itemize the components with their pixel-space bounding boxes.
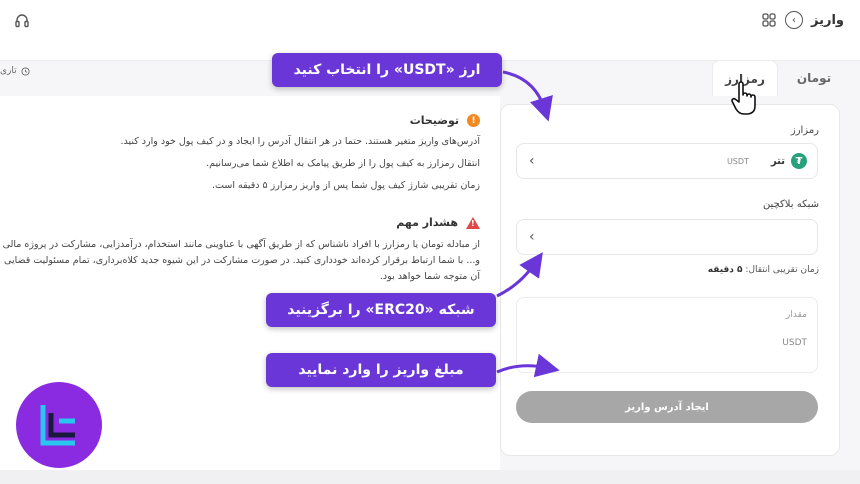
history-label: تاری	[0, 66, 17, 76]
notes-line: آدرس‌های واریز متغیر هستند. حتما در هر ا…	[120, 136, 480, 147]
notes-line: انتقال رمزارز به کیف پول را از طریق پیام…	[206, 158, 480, 169]
warning-text: از مبادله تومان یا رمزارز با افراد ناشنا…	[2, 239, 480, 282]
callout-select-network: شبکه «ERC20» را برگزینید	[266, 293, 496, 327]
network-time-prefix: زمان تقریبی انتقال:	[745, 265, 819, 275]
tab-toman[interactable]: تومان	[784, 60, 844, 96]
headset-icon[interactable]	[14, 13, 30, 29]
chevron-right-icon: ›	[792, 14, 796, 26]
currency-name: تتر	[770, 155, 785, 167]
history-link[interactable]: تاری	[0, 66, 30, 76]
amount-unit: USDT	[782, 338, 807, 348]
logo-mark-icon	[40, 405, 75, 446]
top-bar: › واریز	[0, 0, 860, 44]
warning-title: هشدار مهم	[396, 216, 458, 229]
amount-input[interactable]: مقدار USDT	[516, 297, 818, 373]
warning-icon: !	[466, 216, 480, 229]
currency-select[interactable]: ‹ ₮ تتر USDT	[516, 143, 818, 179]
warning-section: ! هشدار مهم از مبادله تومان یا رمزارز با…	[0, 216, 480, 285]
footer-strip	[0, 470, 860, 484]
currency-code: USDT	[726, 156, 749, 166]
callout-select-usdt: ارز «USDT» را انتخاب کنید	[272, 53, 502, 87]
tether-icon: ₮	[791, 153, 807, 169]
currency-label: رمزارز	[790, 125, 819, 136]
network-time-value: ۵ دقیقه	[707, 265, 743, 275]
brand-logo	[16, 382, 102, 468]
amount-label: مقدار	[786, 310, 807, 320]
callout-enter-amount: مبلغ واریز را وارد نمایید	[266, 353, 496, 387]
notes-title: توضیحات	[409, 114, 459, 127]
clock-icon	[21, 66, 30, 76]
notes-section: ! توضیحات آدرس‌های واریز متغیر هستند. حت…	[0, 114, 480, 201]
chevron-left-icon: ‹	[529, 153, 535, 169]
network-select[interactable]: ‹	[516, 219, 818, 255]
page-title: واریز	[811, 12, 844, 28]
hand-cursor-icon	[731, 81, 756, 115]
create-address-button[interactable]: ایجاد آدرس واریز	[516, 391, 818, 423]
deposit-form: رمزارز ‹ ₮ تتر USDT شبکه بلاکچین ‹ زمان …	[500, 104, 840, 456]
notes-line: زمان تقریبی شارژ کیف پول شما پس از واریز…	[212, 180, 480, 191]
network-label: شبکه بلاکچین	[762, 199, 819, 210]
chevron-left-icon: ‹	[529, 229, 535, 245]
network-time: زمان تقریبی انتقال: ۵ دقیقه	[708, 265, 819, 275]
grid-icon[interactable]	[761, 12, 777, 28]
info-icon: !	[467, 114, 480, 127]
back-button[interactable]: ›	[785, 11, 803, 29]
